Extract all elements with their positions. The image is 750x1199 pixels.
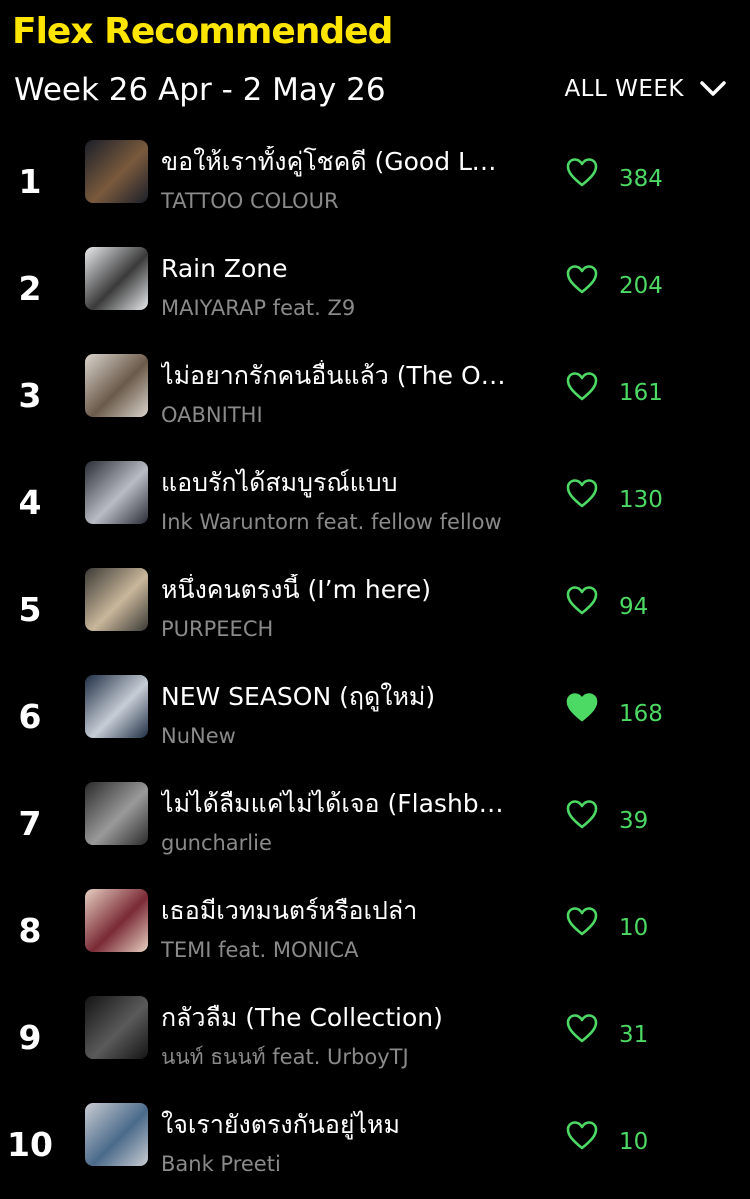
song-row[interactable]: 8 เธอมีเวทมนตร์หรือเปล่า TEMI feat. MONICA… — [0, 877, 750, 984]
rank-number: 7 — [18, 804, 42, 843]
like-count: 10 — [619, 1129, 649, 1155]
like-count: 204 — [619, 273, 663, 299]
like-count: 384 — [619, 166, 663, 192]
album-cover[interactable] — [85, 247, 148, 310]
song-row[interactable]: 1 ขอให้เราทั้งคู่โชคดี (Good Luck) TATTOO … — [0, 128, 750, 235]
song-title[interactable]: ไม่อยากรักคนอื่นแล้ว (The One) — [161, 360, 511, 392]
rank-number: 10 — [7, 1125, 53, 1164]
week-range-label: Week 26 Apr - 2 May 26 — [14, 72, 386, 108]
rank-number: 4 — [18, 483, 42, 522]
song-title[interactable]: ขอให้เราทั้งคู่โชคดี (Good Luck) — [161, 146, 511, 178]
week-filter-label: ALL WEEK — [564, 76, 684, 102]
artist-name[interactable]: MAIYARAP feat. Z9 — [161, 294, 511, 322]
song-row[interactable]: 2 Rain Zone MAIYARAP feat. Z9 204 — [0, 235, 750, 342]
album-cover[interactable] — [85, 354, 148, 417]
heart-icon[interactable] — [565, 1119, 599, 1151]
artist-name[interactable]: Ink Waruntorn feat. fellow fellow — [161, 508, 511, 536]
song-title[interactable]: ใจเรายังตรงกันอยู่ไหม — [161, 1109, 511, 1141]
rank-number: 1 — [18, 162, 42, 201]
like-count: 94 — [619, 594, 649, 620]
album-cover[interactable] — [85, 996, 148, 1059]
song-row[interactable]: 6 NEW SEASON (ฤดูใหม่) NuNew 168 — [0, 663, 750, 770]
rank-number: 6 — [18, 697, 42, 736]
heart-icon[interactable] — [565, 156, 599, 188]
rank-number: 3 — [18, 376, 42, 415]
page-title: Flex Recommended — [12, 11, 393, 52]
song-row[interactable]: 4 แอบรักได้สมบูรณ์แบบ Ink Waruntorn feat. … — [0, 449, 750, 556]
rank-number: 2 — [18, 269, 42, 308]
song-row[interactable]: 10 ใจเรายังตรงกันอยู่ไหม Bank Preeti 10 — [0, 1091, 750, 1198]
week-filter-dropdown[interactable]: ALL WEEK — [564, 76, 728, 102]
song-title[interactable]: NEW SEASON (ฤดูใหม่) — [161, 681, 511, 713]
song-row[interactable]: 3 ไม่อยากรักคนอื่นแล้ว (The One) OABNITHI 1… — [0, 342, 750, 449]
artist-name[interactable]: PURPEECH — [161, 615, 511, 643]
like-count: 39 — [619, 808, 649, 834]
heart-icon[interactable] — [565, 370, 599, 402]
song-title[interactable]: แอบรักได้สมบูรณ์แบบ — [161, 467, 511, 499]
artist-name[interactable]: TATTOO COLOUR — [161, 187, 511, 215]
song-title[interactable]: Rain Zone — [161, 253, 511, 285]
artist-name[interactable]: NuNew — [161, 722, 511, 750]
rank-number: 5 — [18, 590, 42, 629]
song-title[interactable]: หนึ่งคนตรงนี้ (I’m here) — [161, 574, 511, 606]
rank-number: 8 — [18, 911, 42, 950]
artist-name[interactable]: TEMI feat. MONICA — [161, 936, 511, 964]
song-title[interactable]: เธอมีเวทมนตร์หรือเปล่า — [161, 895, 511, 927]
song-list: 1 ขอให้เราทั้งคู่โชคดี (Good Luck) TATTOO … — [0, 128, 750, 1198]
like-count: 130 — [619, 487, 663, 513]
song-row[interactable]: 9 กลัวลืม (The Collection) นนท์ ธนนท์ feat… — [0, 984, 750, 1091]
song-row[interactable]: 7 ไม่ได้ลืมแค่ไม่ได้เจอ (Flashback) guncha… — [0, 770, 750, 877]
heart-filled-icon[interactable] — [565, 691, 599, 723]
album-cover[interactable] — [85, 140, 148, 203]
heart-icon[interactable] — [565, 477, 599, 509]
artist-name[interactable]: guncharlie — [161, 829, 511, 857]
like-count: 31 — [619, 1022, 649, 1048]
album-cover[interactable] — [85, 568, 148, 631]
heart-icon[interactable] — [565, 263, 599, 295]
heart-icon[interactable] — [565, 1012, 599, 1044]
like-count: 10 — [619, 915, 649, 941]
album-cover[interactable] — [85, 675, 148, 738]
heart-icon[interactable] — [565, 584, 599, 616]
like-count: 161 — [619, 380, 663, 406]
album-cover[interactable] — [85, 889, 148, 952]
artist-name[interactable]: นนท์ ธนนท์ feat. UrboyTJ — [161, 1043, 511, 1071]
song-row[interactable]: 5 หนึ่งคนตรงนี้ (I’m here) PURPEECH 94 — [0, 556, 750, 663]
album-cover[interactable] — [85, 1103, 148, 1166]
like-count: 168 — [619, 701, 663, 727]
heart-icon[interactable] — [565, 905, 599, 937]
song-title[interactable]: ไม่ได้ลืมแค่ไม่ได้เจอ (Flashback) — [161, 788, 511, 820]
album-cover[interactable] — [85, 782, 148, 845]
artist-name[interactable]: Bank Preeti — [161, 1150, 511, 1178]
album-cover[interactable] — [85, 461, 148, 524]
artist-name[interactable]: OABNITHI — [161, 401, 511, 429]
rank-number: 9 — [18, 1018, 42, 1057]
song-title[interactable]: กลัวลืม (The Collection) — [161, 1002, 511, 1034]
heart-icon[interactable] — [565, 798, 599, 830]
chevron-down-icon — [698, 78, 728, 100]
